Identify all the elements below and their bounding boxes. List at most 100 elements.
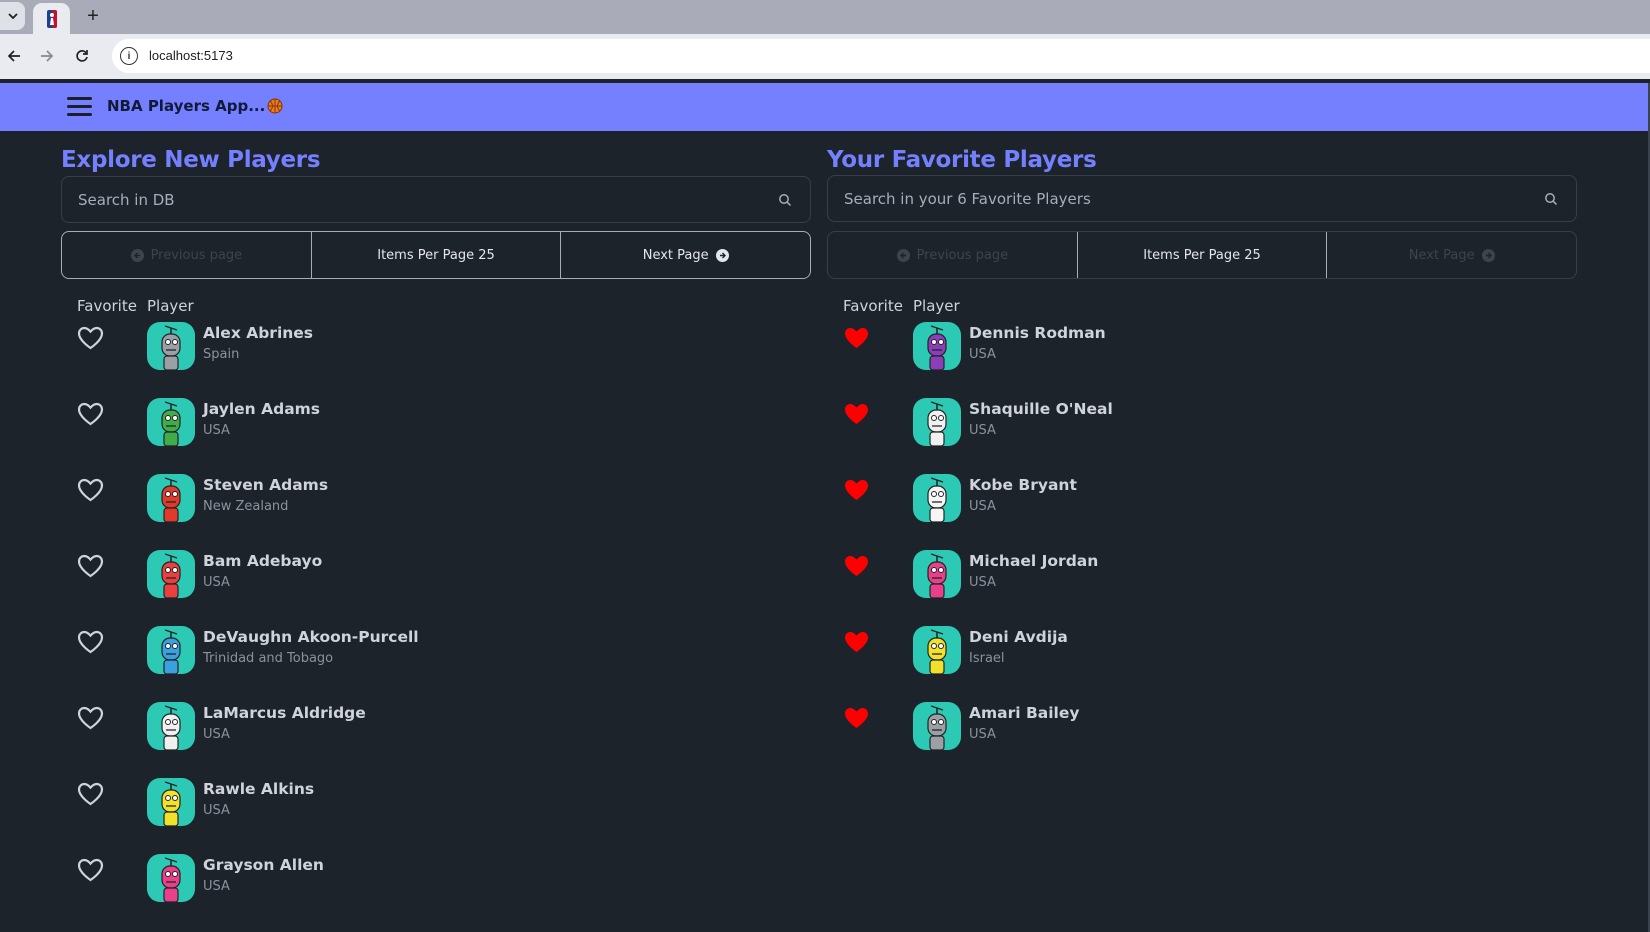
player-avatar [913, 626, 961, 674]
player-avatar [913, 702, 961, 750]
player-country: USA [203, 879, 230, 894]
player-name: Deni Avdija [969, 628, 1068, 646]
explore-search-input[interactable]: Search in DB [61, 176, 811, 223]
player-avatar [147, 322, 195, 370]
player-row: Jaylen Adams USA [61, 398, 811, 478]
favorites-title: Your Favorite Players [827, 147, 1097, 173]
player-name: Shaquille O'Neal [969, 400, 1113, 418]
explore-prev-button[interactable]: Previous page [62, 232, 311, 278]
player-country: USA [203, 803, 230, 818]
player-country: USA [969, 575, 996, 590]
player-column-header: Player [147, 297, 194, 315]
reload-button[interactable] [70, 44, 94, 68]
player-name: DeVaughn Akoon-Purcell [203, 628, 419, 646]
favorites-pagination: Previous page Items Per Page 25 Next Pag… [827, 231, 1577, 279]
player-avatar [147, 474, 195, 522]
player-row: Grayson Allen USA [61, 854, 811, 932]
player-row: Michael Jordan USA [827, 550, 1577, 630]
heart-outline-icon[interactable] [77, 478, 104, 502]
explore-items-per-page-label: Items Per Page 25 [377, 247, 495, 263]
heart-filled-icon[interactable] [843, 554, 870, 578]
reload-icon [76, 50, 88, 62]
player-row: Alex Abrines Spain [61, 322, 811, 402]
address-bar[interactable]: i localhost:5173 [112, 39, 1650, 73]
player-country: USA [969, 423, 996, 438]
player-row: Steven Adams New Zealand [61, 474, 811, 554]
player-name: Alex Abrines [203, 324, 314, 342]
player-avatar [913, 398, 961, 446]
explore-next-label: Next Page [642, 247, 709, 263]
player-country: USA [203, 727, 230, 742]
player-avatar [147, 550, 195, 598]
heart-filled-icon[interactable] [843, 630, 870, 654]
player-country: USA [969, 499, 996, 514]
heart-outline-icon[interactable] [77, 402, 104, 426]
heart-filled-icon[interactable] [843, 478, 870, 502]
player-row: Dennis Rodman USA [827, 322, 1577, 402]
player-row: Deni Avdija Israel [827, 626, 1577, 706]
player-row: Shaquille O'Neal USA [827, 398, 1577, 478]
player-row: DeVaughn Akoon-Purcell Trinidad and Toba… [61, 626, 811, 706]
heart-outline-icon[interactable] [77, 326, 104, 350]
favorite-column-header: Favorite [77, 297, 137, 315]
heart-filled-icon[interactable] [843, 402, 870, 426]
favorites-prev-label: Previous page [916, 247, 1009, 263]
basketball-icon [267, 98, 283, 114]
heart-outline-icon[interactable] [77, 706, 104, 730]
player-country: Spain [203, 347, 240, 362]
hamburger-menu-icon[interactable] [67, 97, 92, 116]
player-name: Grayson Allen [203, 856, 324, 874]
favorites-next-label: Next Page [1408, 247, 1475, 263]
player-avatar [147, 778, 195, 826]
favorites-items-per-page-label: Items Per Page 25 [1143, 247, 1261, 263]
player-country: USA [969, 347, 996, 362]
back-button[interactable] [2, 44, 26, 68]
player-row: Kobe Bryant USA [827, 474, 1577, 554]
forward-button[interactable] [35, 44, 59, 68]
browser-tab[interactable] [33, 3, 70, 34]
browser-toolbar: i localhost:5173 [0, 34, 1650, 79]
app-navbar: NBA Players App... [0, 83, 1650, 131]
player-name: Amari Bailey [969, 704, 1080, 722]
player-column-header: Player [913, 297, 960, 315]
player-country: USA [203, 575, 230, 590]
arrow-right-circle-icon [715, 248, 729, 262]
player-name: Michael Jordan [969, 552, 1099, 570]
explore-items-per-page-button[interactable]: Items Per Page 25 [310, 232, 562, 278]
player-name: Steven Adams [203, 476, 329, 494]
player-row: Bam Adebayo USA [61, 550, 811, 630]
chevron-down-icon [7, 13, 18, 20]
player-avatar [147, 626, 195, 674]
explore-next-button[interactable]: Next Page [561, 232, 810, 278]
site-info-icon[interactable]: i [120, 47, 138, 65]
heart-outline-icon[interactable] [77, 630, 104, 654]
player-name: Bam Adebayo [203, 552, 323, 570]
player-row: LaMarcus Aldridge USA [61, 702, 811, 782]
app-title: NBA Players App... [107, 97, 266, 115]
explore-search-placeholder: Search in DB [78, 191, 175, 209]
favorites-search-input[interactable]: Search in your 6 Favorite Players [827, 175, 1577, 222]
new-tab-button[interactable]: + [81, 4, 105, 28]
player-name: Dennis Rodman [969, 324, 1106, 342]
explore-pagination: Previous page Items Per Page 25 Next Pag… [61, 231, 811, 279]
player-country: USA [203, 423, 230, 438]
explore-prev-label: Previous page [150, 247, 243, 263]
favorites-prev-button[interactable]: Previous page [828, 232, 1077, 278]
nba-logo-icon [46, 9, 57, 28]
player-country: Israel [969, 651, 1005, 666]
player-row: Amari Bailey USA [827, 702, 1577, 782]
heart-filled-icon[interactable] [843, 706, 870, 730]
arrow-right-circle-icon [1481, 248, 1495, 262]
browser-tabstrip: + [0, 0, 1650, 34]
heart-outline-icon[interactable] [77, 554, 104, 578]
heart-filled-icon[interactable] [843, 326, 870, 350]
app-brand[interactable]: NBA Players App... [107, 97, 283, 115]
tab-search-button[interactable] [0, 2, 25, 30]
heart-outline-icon[interactable] [77, 782, 104, 806]
player-avatar [913, 474, 961, 522]
player-name: Kobe Bryant [969, 476, 1077, 494]
favorites-items-per-page-button[interactable]: Items Per Page 25 [1076, 232, 1328, 278]
favorites-next-button[interactable]: Next Page [1327, 232, 1576, 278]
heart-outline-icon[interactable] [77, 858, 104, 882]
player-country: Trinidad and Tobago [203, 651, 334, 666]
